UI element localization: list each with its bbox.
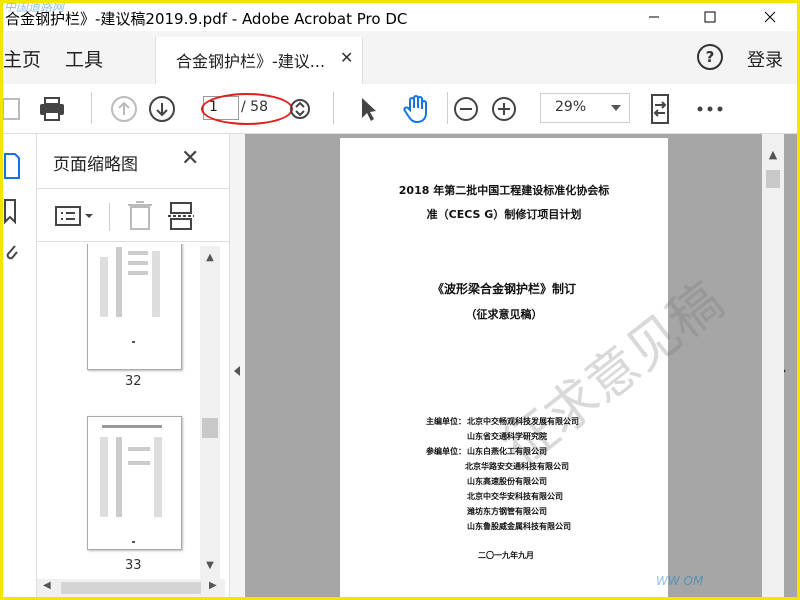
participant-org: 北京中交华安科技有限公司 bbox=[467, 492, 563, 501]
thumbnail-horizontal-scrollbar[interactable]: ◀ ▶ bbox=[37, 579, 225, 597]
chief-editor-org: 北京中交畅观科技发展有限公司 bbox=[467, 417, 579, 426]
print-icon[interactable] bbox=[37, 94, 67, 124]
scroll-up-icon[interactable]: ▲ bbox=[762, 148, 784, 161]
toolbar-separator bbox=[91, 92, 92, 124]
corner-watermark: WW OM bbox=[656, 574, 704, 588]
panel-toolbar bbox=[37, 188, 229, 242]
document-subtitle: 《波形梁合金钢护栏》制订 bbox=[431, 282, 576, 296]
panel-collapse-handle[interactable] bbox=[229, 134, 245, 597]
panel-title: 页面缩略图 bbox=[53, 155, 138, 175]
page-thumbnails-icon[interactable] bbox=[3, 152, 21, 180]
horizontal-scrollbar-thumb[interactable] bbox=[61, 582, 201, 594]
collapse-left-icon bbox=[234, 366, 240, 376]
document-title-line2: 准（CECS G）制修订项目计划 bbox=[426, 208, 582, 221]
close-panel-icon[interactable]: ✕ bbox=[181, 146, 199, 171]
document-tab[interactable]: 合金钢护栏》-建议... ✕ bbox=[155, 37, 363, 84]
tab-tools[interactable]: 工具 bbox=[65, 45, 103, 72]
select-pointer-icon[interactable] bbox=[353, 94, 383, 124]
hand-tool-icon[interactable] bbox=[401, 94, 431, 124]
help-icon[interactable]: ? bbox=[697, 44, 723, 70]
thumbnail-page-33[interactable] bbox=[87, 416, 182, 550]
document-title-line1: 2018 年第二批中国工程建设标准化协会标 bbox=[398, 184, 610, 197]
window-title: 合金钢护栏》-建议稿2019.9.pdf - Adobe Acrobat Pro… bbox=[5, 10, 408, 28]
thumbnail-scrollbar[interactable]: ▲ ▼ bbox=[200, 246, 220, 579]
chief-editor-org: 山东省交通科学研究院 bbox=[467, 432, 547, 441]
options-menu-icon[interactable] bbox=[55, 205, 95, 227]
panel-separator bbox=[109, 203, 110, 231]
participant-org: 潍坊东方钢管有限公司 bbox=[467, 507, 547, 516]
chevron-down-icon bbox=[611, 105, 621, 111]
participant-label: 参编单位： bbox=[426, 447, 466, 456]
login-button[interactable]: 登录 bbox=[747, 46, 783, 72]
scrollbar-thumb[interactable] bbox=[202, 418, 218, 438]
participant-org: 山东白燕化工有限公司 bbox=[467, 447, 547, 456]
minimize-icon bbox=[649, 16, 659, 18]
zoom-in-icon[interactable] bbox=[489, 94, 519, 124]
scroll-left-icon[interactable]: ◀ bbox=[43, 580, 51, 591]
participant-org: 北京华路安交通科技有限公司 bbox=[465, 462, 569, 471]
thumbnail-list: 32 33 bbox=[37, 244, 203, 579]
participant-org: 山东高速股份有限公司 bbox=[467, 477, 547, 486]
more-options-icon[interactable] bbox=[695, 94, 725, 124]
participant-org: 山东鲁股威金属科技有限公司 bbox=[467, 522, 571, 531]
zoom-level-select[interactable]: 29% bbox=[540, 93, 630, 123]
maximize-icon bbox=[704, 11, 716, 23]
corner-watermark: 中国道路网 bbox=[4, 0, 65, 14]
highlight-annotation bbox=[201, 93, 293, 125]
tab-home[interactable]: 主页 bbox=[3, 45, 41, 72]
document-page: 2018 年第二批中国工程建设标准化协会标 准（CECS G）制修订项目计划 《… bbox=[340, 138, 734, 597]
fit-page-icon[interactable] bbox=[645, 94, 675, 124]
document-date: 二〇一九年九月 bbox=[478, 551, 534, 560]
toolbar-separator bbox=[333, 92, 334, 124]
close-icon bbox=[764, 11, 776, 23]
thumbnail-page-number: 33 bbox=[125, 558, 142, 573]
trash-icon[interactable] bbox=[127, 201, 153, 231]
save-icon[interactable] bbox=[0, 94, 27, 124]
toolbar: 1 / 58 29% bbox=[0, 84, 797, 134]
maximize-button[interactable] bbox=[687, 3, 733, 31]
bookmark-icon[interactable] bbox=[3, 198, 19, 224]
document-scrollbar[interactable]: ▲ bbox=[762, 134, 784, 597]
scroll-down-icon[interactable]: ▼ bbox=[200, 560, 220, 571]
close-tab-icon[interactable]: ✕ bbox=[340, 48, 353, 67]
attachment-icon[interactable] bbox=[3, 240, 19, 266]
menu-bar: 主页 工具 合金钢护栏》-建议... ✕ ? 登录 bbox=[3, 31, 797, 84]
previous-page-icon[interactable] bbox=[109, 94, 139, 124]
document-viewer: 2018 年第二批中国工程建设标准化协会标 准（CECS G）制修订项目计划 《… bbox=[245, 134, 797, 597]
thumbnail-page-32[interactable] bbox=[87, 244, 182, 370]
navigation-strip bbox=[3, 134, 37, 597]
document-tab-label: 合金钢护栏》-建议... bbox=[176, 52, 326, 71]
toolbar-separator bbox=[447, 92, 448, 124]
close-window-button[interactable] bbox=[747, 3, 793, 31]
zoom-out-icon[interactable] bbox=[451, 94, 481, 124]
next-page-icon[interactable] bbox=[147, 94, 177, 124]
chief-editor-label: 主编单位： bbox=[426, 417, 466, 426]
minimize-button[interactable] bbox=[631, 3, 677, 31]
thumbnail-page-number: 32 bbox=[125, 374, 142, 389]
page-scroll-icon[interactable] bbox=[285, 94, 315, 124]
split-page-icon[interactable] bbox=[167, 201, 195, 231]
title-bar: 合金钢护栏》-建议稿2019.9.pdf - Adobe Acrobat Pro… bbox=[3, 3, 797, 31]
scroll-up-icon[interactable]: ▲ bbox=[200, 252, 220, 263]
zoom-level-value: 29% bbox=[555, 99, 587, 115]
scrollbar-thumb[interactable] bbox=[766, 170, 780, 188]
scroll-right-icon[interactable]: ▶ bbox=[209, 580, 217, 591]
